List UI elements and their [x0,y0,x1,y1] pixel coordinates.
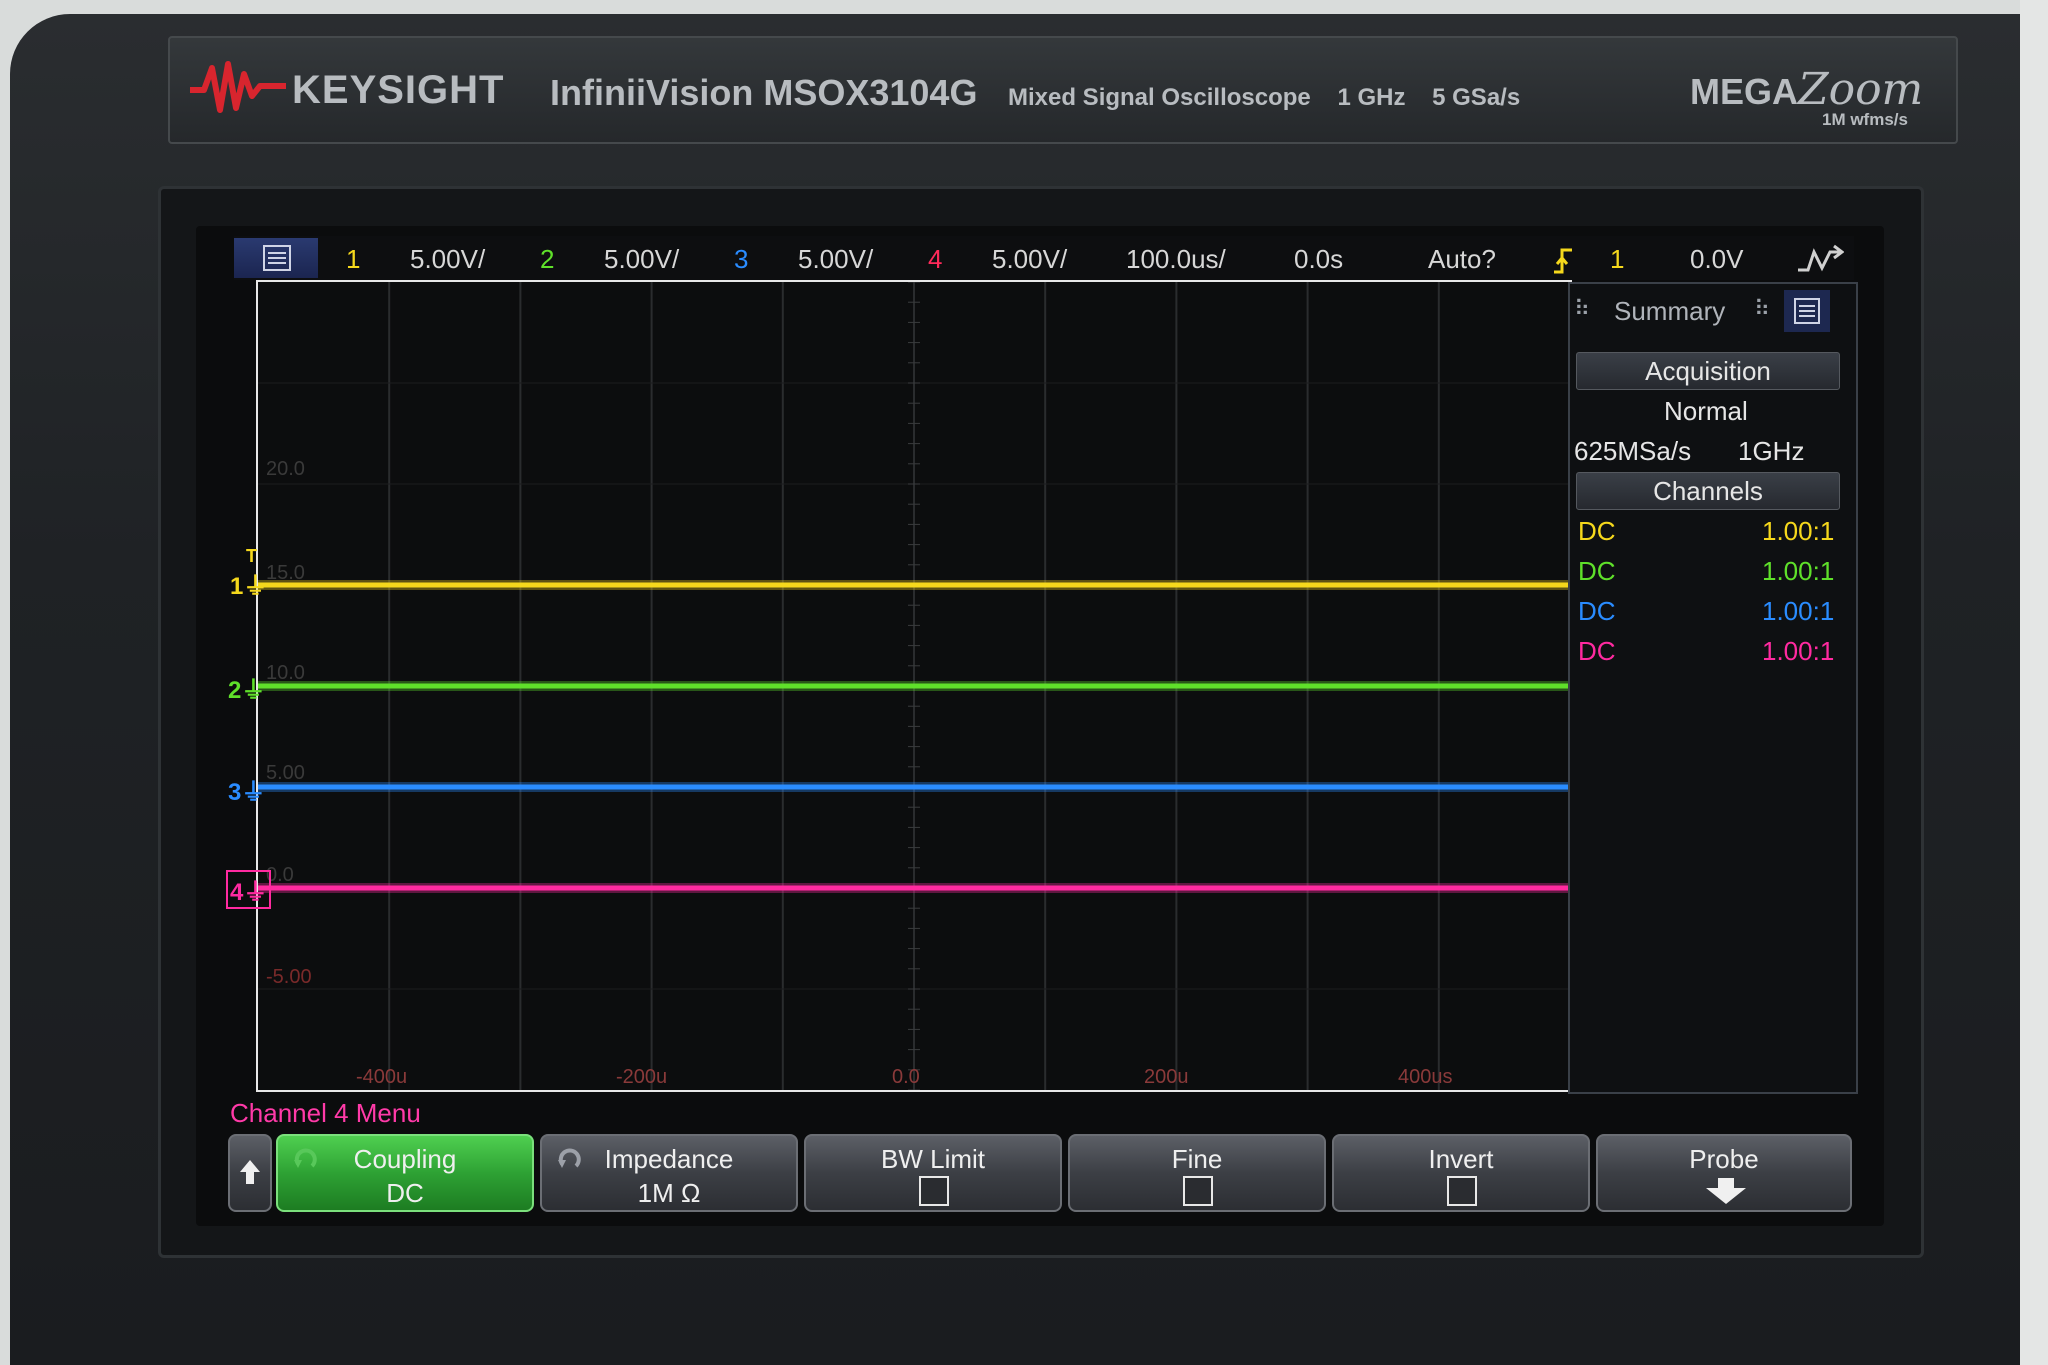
ch2-scale[interactable]: 5.00V/ [604,244,679,275]
menu-list-icon [1794,298,1820,324]
fine-softkey[interactable]: Fine [1068,1134,1326,1212]
megazoom-suffix: Zoom [1798,64,1924,115]
ch3-probe: 1.00:1 [1762,596,1835,626]
fine-label: Fine [1171,1144,1223,1174]
menu-list-icon [263,245,291,271]
probe-label: Probe [1689,1144,1759,1174]
acquisition-mode: Normal [1664,396,1748,426]
invert-label: Invert [1428,1144,1494,1174]
ch2-number[interactable]: 2 [540,244,554,275]
trigger-level[interactable]: 0.0V [1690,244,1744,275]
menu-up-button[interactable] [228,1134,272,1212]
ch2-marker-label: 2 [228,677,242,704]
ch4-ground-marker[interactable]: 4⏚ [226,870,272,909]
invert-checkbox[interactable] [1447,1176,1477,1206]
ch2-coupling: DC [1578,556,1616,586]
acquisition-sample-rate: 625MSa/s [1574,436,1692,466]
x-label-neg400: -400u [356,1066,408,1088]
arrow-down-icon [1706,1178,1746,1204]
impedance-value: 1M Ω [637,1178,701,1208]
acquisition-bandwidth: 1GHz [1738,436,1805,466]
x-label-400: 400us [1398,1066,1453,1088]
ch4-coupling: DC [1578,636,1616,666]
megazoom-logo: MEGAZoom [1690,64,1923,115]
ch2-probe: 1.00:1 [1762,556,1835,586]
model-name: InfiniiVision MSOX3104G [550,72,978,113]
keysight-logo-icon [190,61,286,113]
ch4-number[interactable]: 4 [928,244,942,275]
rotate-knob-icon [294,1148,317,1168]
ch3-ground-marker[interactable]: 3⏚ [228,772,265,807]
ch3-coupling: DC [1578,596,1616,626]
summary-menu-button[interactable] [1784,290,1830,332]
brand-strip: KEYSIGHT InfiniiVision MSOX3104G Mixed S… [168,36,1958,144]
megazoom-prefix: MEGA [1690,71,1798,112]
ch2-ground-marker[interactable]: 2⏚ [228,670,265,705]
ch1-probe: 1.00:1 [1762,516,1835,546]
trigger-edge-icon[interactable] [1552,246,1574,276]
ch4-probe: 1.00:1 [1762,636,1835,666]
y-label-15: 15.0 [266,562,305,584]
y-label-5: 5.00 [266,762,305,784]
drag-handle-icon[interactable]: ⠷ [1574,296,1590,322]
probe-softkey[interactable]: Probe [1596,1134,1852,1212]
coupling-softkey[interactable]: Coupling DC [276,1134,534,1212]
waveform-grid[interactable] [256,280,1572,1092]
megazoom-subtitle: 1M wfms/s [1822,110,1908,129]
invert-softkey[interactable]: Invert [1332,1134,1590,1212]
arrow-up-icon [240,1160,260,1184]
coupling-value: DC [386,1178,424,1208]
bw-limit-softkey[interactable]: BW Limit [804,1134,1062,1212]
acquisition-header: Acquisition [1576,352,1840,390]
ch3-number[interactable]: 3 [734,244,748,275]
background-wall [2020,0,2048,1365]
trigger-mode[interactable]: Auto? [1428,244,1496,275]
x-label-0: 0.0 [892,1066,920,1088]
trigger-level-marker-icon: T [246,546,257,566]
impedance-softkey[interactable]: Impedance 1M Ω [540,1134,798,1212]
model-sample-rate: 5 GSa/s [1432,84,1521,111]
ch4-marker-label: 4 [230,879,244,906]
menu-title: Channel 4 Menu [230,1098,421,1128]
bw-limit-checkbox[interactable] [919,1176,949,1206]
channels-header: Channels [1576,472,1840,510]
summary-title[interactable]: Summary [1614,296,1725,327]
trigger-source[interactable]: 1 [1610,244,1624,275]
grid-svg [258,282,1570,1090]
ch4-scale[interactable]: 5.00V/ [992,244,1067,275]
y-label-20: 20.0 [266,458,305,480]
x-label-200: 200u [1144,1066,1189,1088]
drag-handle-icon-2[interactable]: ⠷ [1754,296,1770,322]
bw-limit-label: BW Limit [881,1144,985,1174]
model-description: Mixed Signal Oscilloscope 1 GHz 5 GSa/s [1008,84,1520,112]
main-menu-button[interactable] [234,238,318,278]
ch3-marker-label: 3 [228,779,242,806]
ch1-ground-marker[interactable]: 1⏚ [230,566,267,601]
model-description-text: Mixed Signal Oscilloscope [1008,84,1311,111]
ch3-scale[interactable]: 5.00V/ [798,244,873,275]
brand-name: KEYSIGHT [292,68,505,112]
run-mode-icon[interactable] [1796,244,1844,276]
horizontal-delay[interactable]: 0.0s [1294,244,1343,275]
rotate-knob-icon [558,1148,581,1168]
y-label-neg5: -5.00 [266,966,312,988]
ch1-coupling: DC [1578,516,1616,546]
y-label-10: 10.0 [266,662,305,684]
ch1-number[interactable]: 1 [346,244,360,275]
ch1-scale[interactable]: 5.00V/ [410,244,485,275]
x-label-neg200: -200u [616,1066,668,1088]
fine-checkbox[interactable] [1183,1176,1213,1206]
timebase-scale[interactable]: 100.0us/ [1126,244,1226,275]
model-bandwidth: 1 GHz [1337,84,1406,111]
ch1-marker-label: 1 [230,573,244,600]
